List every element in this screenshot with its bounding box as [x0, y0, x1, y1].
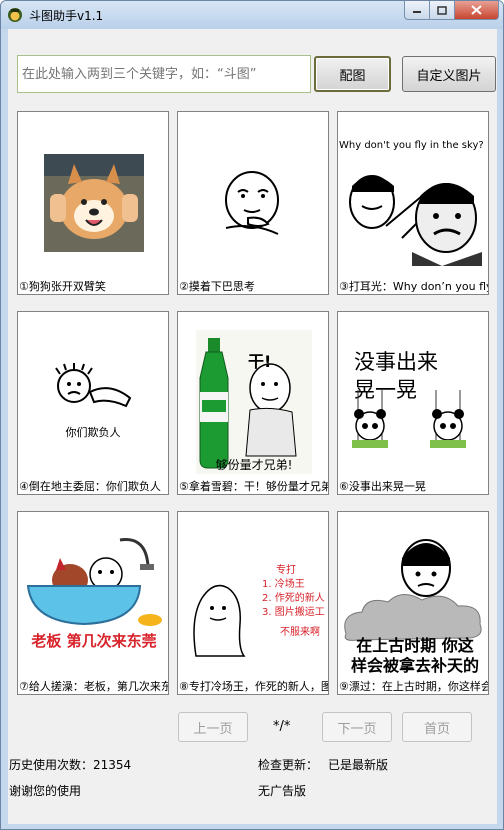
window-title: 斗图助手v1.1 — [29, 9, 104, 23]
keyword-input[interactable] — [17, 55, 311, 93]
usage-count-label: 历史使用次数：21354 — [9, 758, 132, 772]
meme-caption: ⑨漂过：在上古时期，你这样会被拿去补天的 — [339, 680, 488, 693]
meme-text-line: 3. 图片搬运工 — [262, 607, 325, 618]
meme-text-line: 2. 作死的新人 — [262, 593, 325, 604]
meme-text-line: 在上古时期 你这 — [356, 636, 474, 655]
meme-caption: ④倒在地主委屈：你们欺负人 — [19, 480, 161, 493]
meme-image-text: 老板 第几次来东莞 — [31, 632, 157, 650]
meme-image-bullied — [55, 363, 132, 408]
home-page-button[interactable]: 首页 — [402, 712, 472, 742]
meme-cell-4[interactable]: 你们欺负人 ④倒在地主委屈：你们欺负人 — [17, 311, 169, 495]
meme-image-text: 专打 1. 冷场王 2. 作死的新人 3. 图片搬运工 不服来啊 — [262, 564, 325, 640]
match-image-button[interactable]: 配图 — [314, 56, 391, 92]
maximize-icon — [437, 5, 447, 15]
meme-image-cloud — [344, 539, 482, 641]
meme-text-line: 不服来啊 — [280, 627, 320, 638]
meme-caption: ⑥没事出来晃一晃 — [339, 480, 426, 493]
meme-cell-6[interactable]: 没事出来 晃一晃 ⑥没事出来晃一晃 — [337, 311, 489, 495]
minimize-icon — [413, 11, 421, 13]
meme-image-text: 你们欺负人 — [65, 426, 121, 439]
close-icon — [471, 5, 482, 15]
meme-caption: ②摸着下巴思考 — [179, 280, 255, 293]
meme-caption: ⑤拿着雪碧：干！够份量才兄弟 — [179, 480, 329, 493]
custom-image-button[interactable]: 自定义图片 — [402, 56, 496, 92]
meme-text-line: 1. 冷场王 — [262, 579, 305, 590]
meme-image-dog — [44, 154, 144, 252]
meme-image-bath — [26, 538, 162, 626]
meme-caption: ③打耳光：Why don’n you fly in the sky? — [339, 280, 488, 293]
meme-image-thinking — [225, 171, 279, 235]
next-page-button[interactable]: 下一页 — [322, 712, 392, 742]
close-button[interactable] — [455, 1, 499, 20]
app-logo-icon — [8, 8, 22, 22]
meme-cell-9[interactable]: 在上古时期 你这 样会被拿去补天的 ⑨漂过：在上古时期，你这样会被拿去补天的 — [337, 511, 489, 695]
meme-image-text: 没事出来 — [354, 350, 438, 374]
prev-page-button[interactable]: 上一页 — [178, 712, 248, 742]
meme-cell-7[interactable]: 老板 第几次来东莞 ⑦给人搓澡：老板，第几次来东莞 — [17, 511, 169, 695]
meme-image-ghost — [193, 584, 246, 657]
check-update-label[interactable]: 检查更新： — [258, 756, 318, 773]
meme-image-text: 干! — [248, 352, 272, 371]
page-indicator: */* — [273, 719, 291, 734]
meme-caption: ⑦给人搓澡：老板，第几次来东莞 — [19, 680, 169, 693]
maximize-button[interactable] — [430, 1, 455, 20]
meme-image-text: Why don't you fly in the sky? — [339, 140, 484, 151]
meme-cell-8[interactable]: 专打 1. 冷场王 2. 作死的新人 3. 图片搬运工 不服来啊 ⑧专打冷场王，… — [177, 511, 329, 695]
meme-cell-3[interactable]: Why don't you fly in the sky? ③打耳光：Why d… — [337, 111, 489, 295]
minimize-button[interactable] — [404, 1, 430, 20]
update-status: 已是最新版 — [328, 758, 389, 772]
meme-image-swing-pandas — [352, 390, 466, 448]
meme-caption: ⑧专打冷场王，作死的新人，图片搬运工 — [179, 680, 328, 693]
meme-cell-2[interactable]: ②摸着下巴思考 — [177, 111, 329, 295]
meme-caption: ①狗狗张开双臂笑 — [19, 280, 106, 293]
no-ads-label: 无广告版 — [258, 784, 307, 798]
meme-text-line: 专打 — [276, 565, 296, 576]
meme-cell-5[interactable]: 干! 够份量才兄弟! ⑤拿着雪碧：干！够份量才兄弟 — [177, 311, 329, 495]
thanks-label: 谢谢您的使用 — [9, 784, 82, 798]
meme-cell-1[interactable]: ①狗狗张开双臂笑 — [17, 111, 169, 295]
meme-image-slap — [349, 175, 482, 266]
title-bar[interactable]: 斗图助手v1.1 — [1, 1, 503, 29]
app-window: 斗图助手v1.1 配图 自定义图片 — [0, 0, 504, 830]
meme-text-line: 样会被拿去补天的 — [350, 656, 479, 675]
meme-image-text: 够份量才兄弟! — [215, 458, 293, 472]
meme-image-text: 在上古时期 你这 样会被拿去补天的 — [342, 636, 488, 676]
